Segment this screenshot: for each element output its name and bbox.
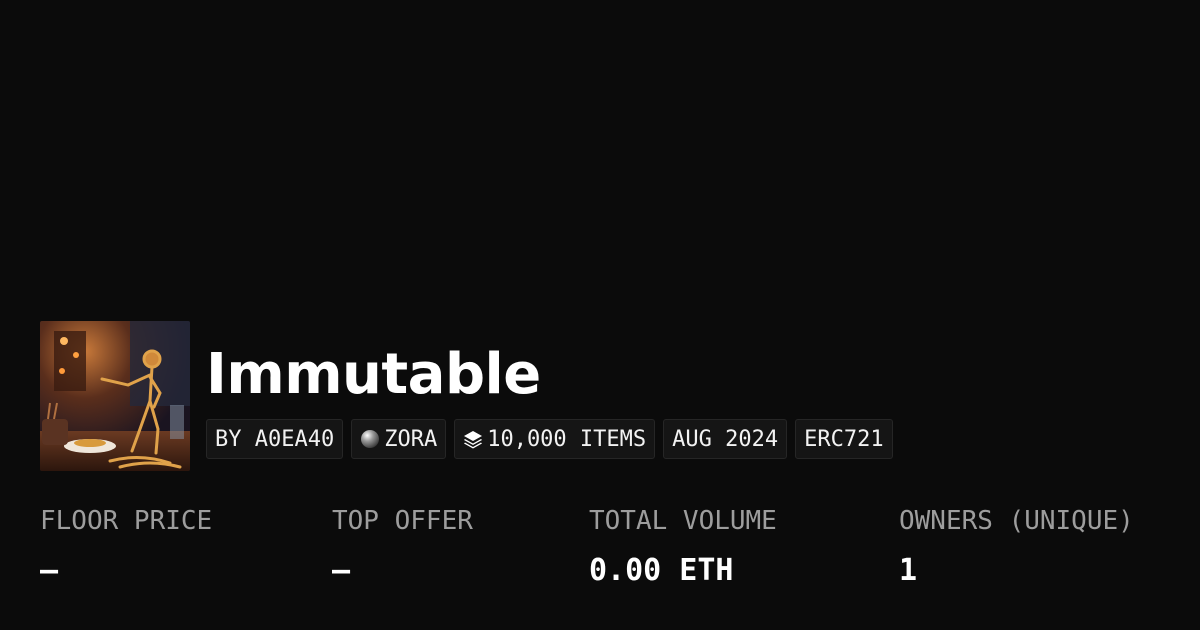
stat-label: FLOOR PRICE xyxy=(40,506,213,536)
stat-owners: OWNERS (UNIQUE) 1 xyxy=(899,505,1134,587)
chain-label: ZORA xyxy=(384,426,438,452)
collection-title: Immutable xyxy=(206,342,541,407)
stat-value: — xyxy=(332,553,351,588)
chain-badge[interactable]: ZORA xyxy=(351,419,447,459)
creator-label: BY A0EA40 xyxy=(215,426,335,452)
stat-label: OWNERS (UNIQUE) xyxy=(899,506,1134,536)
collection-meta: Immutable BY A0EA40 ZORA 10,000 ITEMS AU… xyxy=(206,321,893,459)
stat-label: TOP OFFER xyxy=(332,506,473,536)
layers-icon xyxy=(463,429,483,449)
stat-label: TOTAL VOLUME xyxy=(589,506,777,536)
zora-sphere-icon xyxy=(360,429,380,449)
noodle-figure-artwork-icon xyxy=(40,321,190,471)
standard-badge: ERC721 xyxy=(795,419,893,459)
stat-total-volume: TOTAL VOLUME 0.00 ETH xyxy=(589,505,777,587)
collection-header: Immutable BY A0EA40 ZORA 10,000 ITEMS AU… xyxy=(40,321,893,471)
badge-row: BY A0EA40 ZORA 10,000 ITEMS AUG 2024 ERC… xyxy=(206,419,893,459)
stat-value: 1 xyxy=(899,553,918,588)
stat-value: — xyxy=(40,553,59,588)
date-label: AUG 2024 xyxy=(672,426,779,452)
collection-avatar[interactable] xyxy=(40,321,190,471)
creator-badge[interactable]: BY A0EA40 xyxy=(206,419,344,459)
stat-value: 0.00 ETH xyxy=(589,553,734,588)
date-badge: AUG 2024 xyxy=(663,419,788,459)
items-badge[interactable]: 10,000 ITEMS xyxy=(454,419,656,459)
stat-floor-price: FLOOR PRICE — xyxy=(40,505,212,587)
stats-row: FLOOR PRICE — TOP OFFER — TOTAL VOLUME 0… xyxy=(0,505,1200,605)
items-label: 10,000 ITEMS xyxy=(487,426,647,452)
stat-top-offer: TOP OFFER — xyxy=(332,505,473,587)
standard-label: ERC721 xyxy=(804,426,884,452)
